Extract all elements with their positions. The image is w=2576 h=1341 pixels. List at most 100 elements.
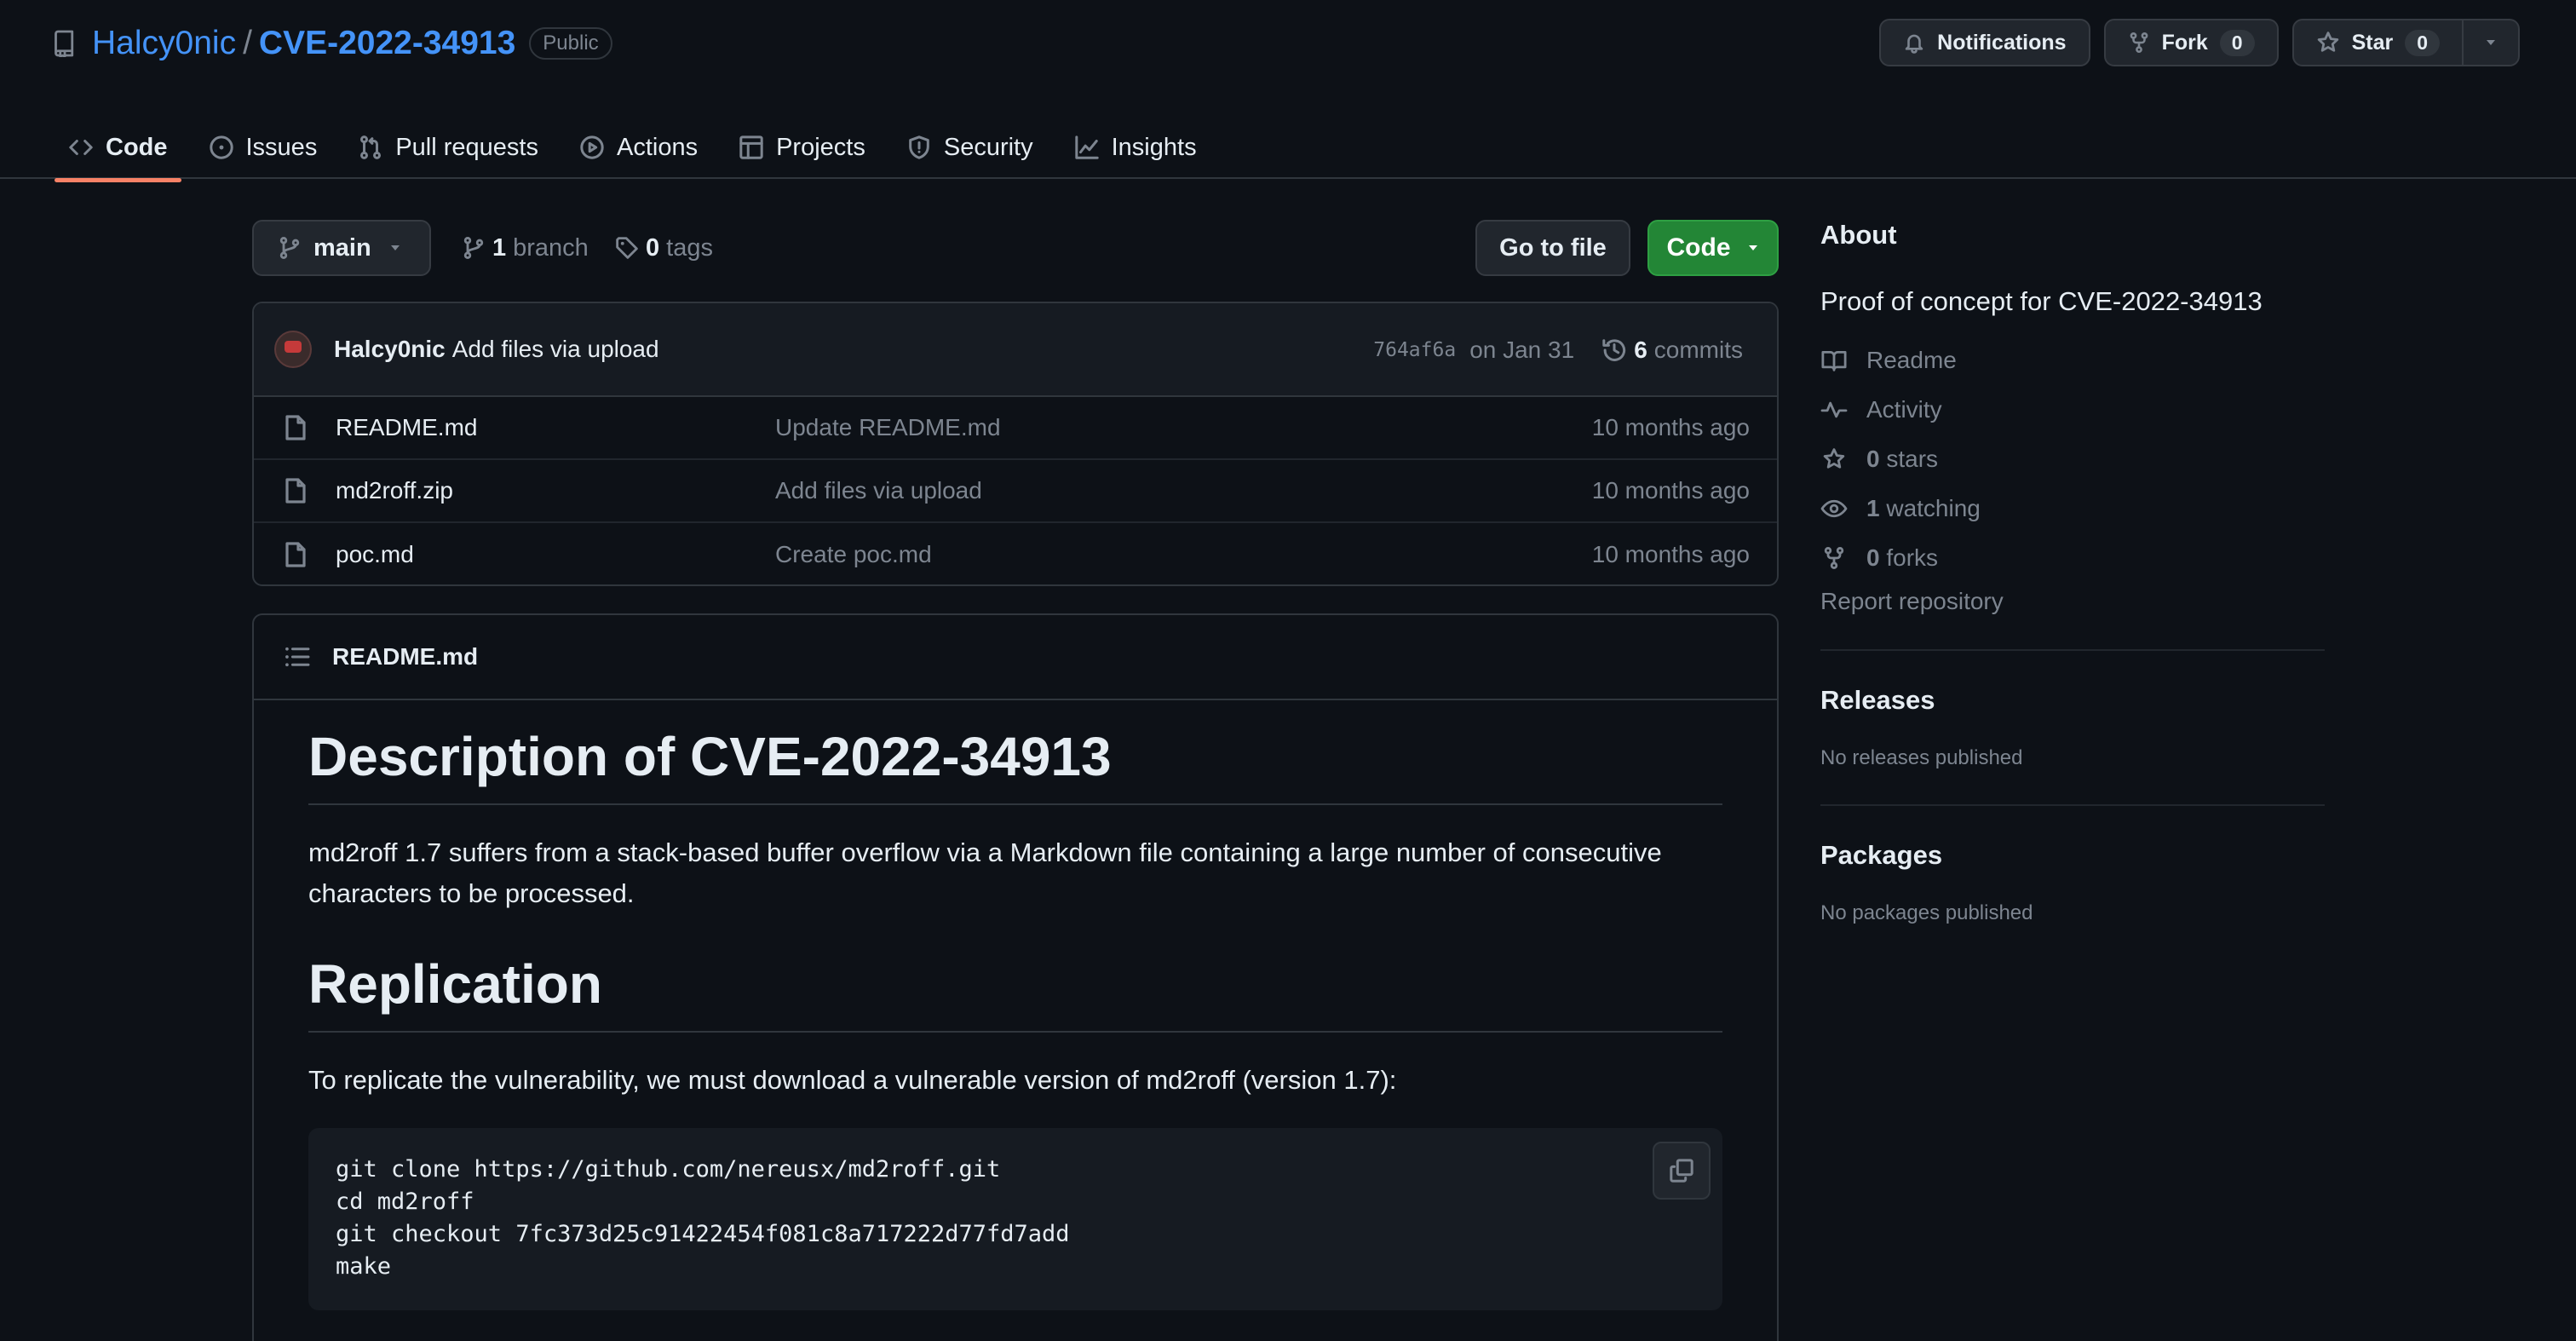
branch-count: 1: [492, 233, 507, 262]
code-block: git clone https://github.com/nereusx/md2…: [308, 1127, 1722, 1310]
report-repository-link[interactable]: Report repository: [1820, 588, 2325, 615]
tab-pull-requests[interactable]: Pull requests: [344, 116, 552, 179]
file-commit-link[interactable]: Create poc.md: [775, 541, 932, 568]
tab-actions[interactable]: Actions: [566, 116, 711, 179]
stars-link[interactable]: 0 stars: [1820, 435, 2325, 484]
releases-heading[interactable]: Releases: [1820, 685, 2325, 716]
watchers-link[interactable]: 1 watching: [1820, 484, 2325, 533]
bell-icon: [1903, 32, 1925, 54]
file-commit-link[interactable]: Update README.md: [775, 414, 1001, 441]
repo-actions: Notifications Fork 0 Star 0: [1879, 19, 2520, 66]
repo-header: Halcy0nic / CVE-2022-34913 Public Notifi…: [0, 0, 2576, 182]
file-row[interactable]: README.md Update README.md 10 months ago: [254, 397, 1777, 460]
branch-label: branch: [513, 233, 589, 262]
readme-panel: README.md Description of CVE-2022-34913 …: [252, 613, 1779, 1341]
branch-select-button[interactable]: main: [252, 220, 431, 276]
repo-name-link[interactable]: CVE-2022-34913: [259, 25, 515, 62]
readme-filename[interactable]: README.md: [332, 643, 478, 670]
file-name-link[interactable]: README.md: [336, 414, 477, 441]
tag-count: 0: [646, 233, 660, 262]
copy-button[interactable]: [1653, 1141, 1711, 1200]
readme-heading-description: Description of CVE-2022-34913: [308, 724, 1722, 805]
tab-label: Code: [106, 133, 168, 161]
star-button-group: Star 0: [2291, 19, 2520, 66]
repo-forked-icon: [1820, 546, 1848, 570]
git-branch-icon: [462, 236, 486, 260]
activity-link[interactable]: Activity: [1820, 385, 2325, 435]
fork-count: 0: [2219, 29, 2255, 56]
triangle-down-icon: [2484, 38, 2498, 47]
tab-security[interactable]: Security: [893, 116, 1047, 179]
list-unordered-icon[interactable]: [285, 646, 310, 668]
file-commit-link[interactable]: Add files via upload: [775, 477, 982, 504]
tab-label: Insights: [1111, 133, 1197, 161]
commit-meta: 764af6a on Jan 31 6 commits: [1373, 303, 1743, 397]
file-age: 10 months ago: [1591, 541, 1750, 567]
commit-message-link[interactable]: Add files via upload: [452, 336, 659, 363]
repo-title: Halcy0nic / CVE-2022-34913 Public: [53, 20, 612, 66]
file-name-link[interactable]: md2roff.zip: [336, 477, 453, 504]
tab-code[interactable]: Code: [55, 116, 181, 182]
about-heading: About: [1820, 220, 1897, 250]
file-icon: [285, 477, 307, 504]
git-branch-icon: [278, 236, 302, 260]
packages-empty-text: No packages published: [1820, 901, 2033, 924]
code-icon: [68, 135, 94, 160]
graph-icon: [1074, 135, 1100, 160]
book-icon: [1820, 348, 1848, 372]
forks-count: 0: [1866, 544, 1880, 571]
author-avatar[interactable]: [274, 331, 312, 368]
commit-history-link[interactable]: 6 commits: [1601, 337, 1743, 364]
commit-sha-link[interactable]: 764af6a: [1373, 339, 1456, 361]
readme-link[interactable]: Readme: [1820, 336, 2325, 385]
readme-heading-replication: Replication: [308, 952, 1722, 1033]
readme-paragraph: To replicate the vulnerability, we must …: [308, 1064, 1397, 1095]
repo-owner-link[interactable]: Halcy0nic: [92, 25, 236, 62]
shield-icon: [906, 135, 932, 160]
file-navigation: main 1 branch 0 tags Go to file Code: [252, 220, 1779, 276]
file-age: 10 months ago: [1591, 477, 1750, 504]
star-button[interactable]: Star 0: [2291, 19, 2464, 66]
tab-label: Actions: [616, 133, 699, 161]
stars-count: 0: [1866, 446, 1880, 472]
file-name-link[interactable]: poc.md: [336, 541, 414, 568]
repo-icon: [53, 30, 77, 57]
stars-label: stars: [1886, 446, 1939, 472]
readme-paragraph: md2roff 1.7 suffers from a stack-based b…: [308, 837, 1662, 908]
notifications-button[interactable]: Notifications: [1879, 19, 2090, 66]
code-line: cd md2roff: [336, 1188, 474, 1215]
tab-issues[interactable]: Issues: [195, 116, 331, 179]
branch-name: main: [313, 233, 371, 262]
fork-button[interactable]: Fork 0: [2103, 19, 2279, 66]
pulse-icon: [1820, 398, 1848, 422]
tag-icon: [615, 236, 639, 260]
file-row[interactable]: md2roff.zip Add files via upload 10 mont…: [254, 460, 1777, 523]
branches-link[interactable]: 1 branch: [462, 220, 589, 276]
file-list: Halcy0nic Add files via upload 764af6a o…: [252, 302, 1779, 586]
code-line: git clone https://github.com/nereusx/md2…: [336, 1155, 1001, 1183]
file-age: 10 months ago: [1591, 414, 1750, 440]
fork-label: Fork: [2161, 30, 2208, 55]
packages-heading[interactable]: Packages: [1820, 840, 2325, 871]
tab-label: Projects: [776, 133, 865, 161]
star-list-dropdown[interactable]: [2464, 19, 2520, 66]
star-icon: [2316, 31, 2340, 55]
play-icon: [579, 135, 605, 160]
tags-link[interactable]: 0 tags: [615, 220, 713, 276]
go-to-file-button[interactable]: Go to file: [1475, 220, 1630, 276]
tab-insights[interactable]: Insights: [1061, 116, 1210, 179]
activity-link-label: Activity: [1866, 396, 1942, 423]
file-row[interactable]: poc.md Create poc.md 10 months ago: [254, 523, 1777, 584]
triangle-down-icon: [388, 244, 402, 252]
commit-author-link[interactable]: Halcy0nic: [334, 336, 446, 363]
forks-link[interactable]: 0 forks: [1820, 533, 2325, 583]
tab-label: Security: [943, 133, 1033, 161]
sidebar-divider: [1820, 804, 2325, 806]
code-dropdown-button[interactable]: Code: [1647, 220, 1779, 276]
code-line: make: [336, 1252, 392, 1280]
forks-label: forks: [1886, 544, 1939, 571]
tab-projects[interactable]: Projects: [725, 116, 879, 179]
repo-forked-icon: [2128, 32, 2150, 54]
eye-icon: [1820, 497, 1848, 521]
commit-date: on Jan 31: [1469, 337, 1575, 363]
